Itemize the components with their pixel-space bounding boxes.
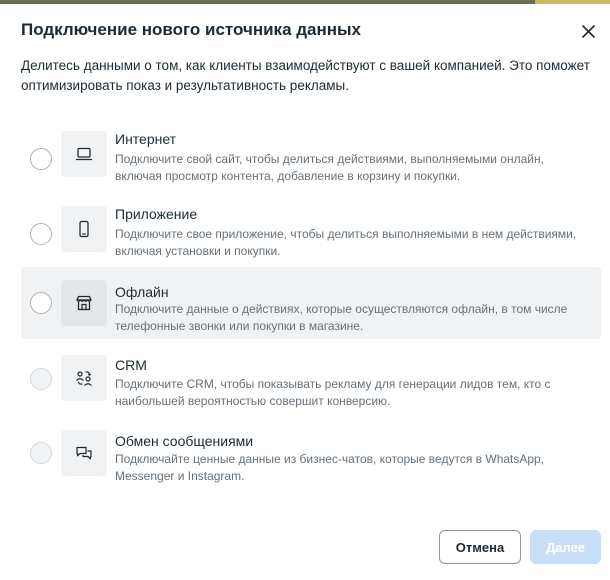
close-button[interactable] <box>578 21 600 43</box>
option-internet-description: Подключите свой сайт, чтобы делиться дей… <box>115 152 544 183</box>
next-button[interactable]: Далее <box>530 530 601 564</box>
dialog-description: Делитесь данными о том, как клиенты взаи… <box>21 58 590 93</box>
cancel-button[interactable]: Отмена <box>439 530 521 564</box>
option-app-title: Приложение <box>115 206 198 222</box>
people-sync-icon <box>61 355 107 401</box>
option-crm-description: Подключите CRM, чтобы показывать рекламу… <box>115 377 551 408</box>
close-icon <box>582 25 595 38</box>
radio-internet[interactable] <box>30 148 52 170</box>
radio-crm[interactable] <box>30 368 52 390</box>
option-messaging-title: Обмен сообщениями <box>115 433 254 449</box>
option-internet-title: Интернет <box>115 131 177 147</box>
laptop-icon <box>61 131 107 177</box>
option-offline[interactable]: Офлайн Подключите данные о действиях, ко… <box>21 267 601 339</box>
chat-bubbles-icon <box>61 430 107 476</box>
option-app-description: Подключите свое приложение, чтобы делить… <box>115 227 577 258</box>
option-offline-title: Офлайн <box>115 284 169 300</box>
storefront-icon <box>61 280 107 326</box>
option-messaging-description: Подключайте ценные данные из бизнес-чато… <box>115 452 545 483</box>
radio-messaging[interactable] <box>30 442 52 464</box>
dialog-title: Подключение нового источника данных <box>21 20 361 39</box>
option-crm[interactable]: CRM Подключите CRM, чтобы показывать рек… <box>21 349 601 421</box>
option-internet[interactable]: Интернет Подключите свой сайт, чтобы дел… <box>21 124 601 196</box>
option-offline-description: Подключите данные о действиях, которые о… <box>115 302 568 333</box>
option-app[interactable]: Приложение Подключите свое приложение, ч… <box>21 199 601 271</box>
option-crm-title: CRM <box>115 357 147 373</box>
new-data-source-dialog: Подключение нового источника данных Дели… <box>0 4 610 580</box>
mobile-phone-icon <box>61 206 107 252</box>
radio-offline[interactable] <box>30 292 52 314</box>
radio-app[interactable] <box>30 223 52 245</box>
option-messaging[interactable]: Обмен сообщениями Подключайте ценные дан… <box>21 424 601 496</box>
